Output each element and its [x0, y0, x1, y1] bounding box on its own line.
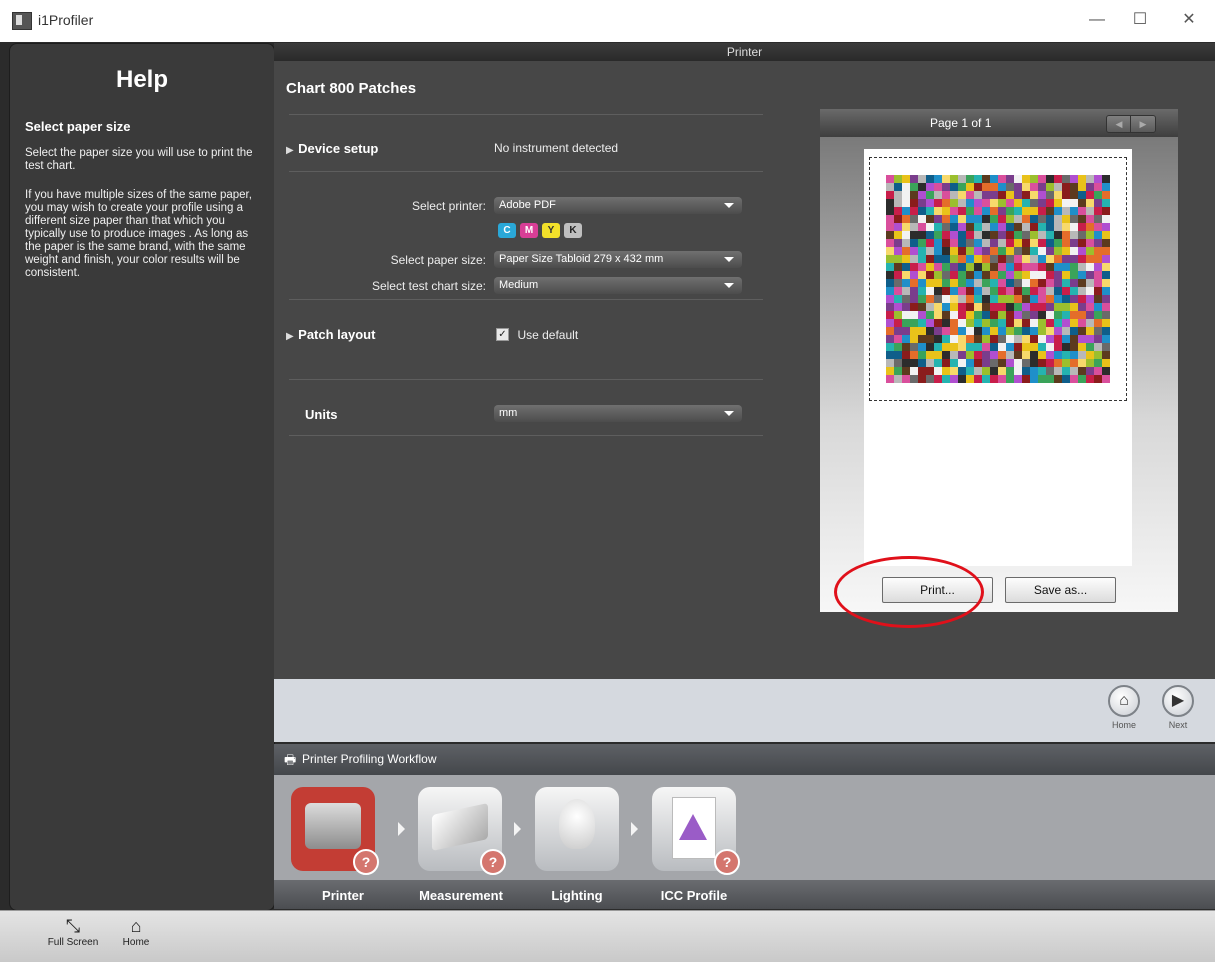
- home-icon: ⌂: [1119, 692, 1129, 709]
- expand-triangle-icon: ▶: [286, 145, 294, 156]
- save-as-button[interactable]: Save as...: [1005, 577, 1116, 603]
- patch-grid: [869, 157, 1127, 401]
- play-icon: ▶: [1171, 692, 1185, 709]
- divider: [289, 435, 763, 436]
- dropdown-arrow-icon: [724, 411, 734, 416]
- step-arrow-icon: [514, 822, 521, 836]
- divider: [289, 299, 763, 300]
- dropdown-arrow-icon: [724, 257, 734, 262]
- step-label-lighting: Lighting: [551, 888, 603, 903]
- icc-profile-icon: [672, 797, 716, 859]
- preview-header: Page 1 of 1 ◀ ▶: [820, 109, 1178, 137]
- expand-triangle-icon: ▶: [286, 331, 294, 342]
- step-arrow-icon: [631, 822, 638, 836]
- dropdown-arrow-icon: [724, 203, 734, 208]
- help-badge-icon: ?: [353, 849, 379, 875]
- printer-label: Select printer:: [411, 199, 486, 213]
- help-paragraph-2: If you have multiple sizes of the same p…: [25, 189, 252, 279]
- divider: [289, 114, 763, 115]
- bottom-home-button[interactable]: ⌂ Home: [116, 915, 156, 948]
- units-value: mm: [499, 407, 518, 419]
- ink-yellow-badge: Y: [542, 223, 560, 238]
- workflow-title: Printer Profiling Workflow: [302, 752, 437, 766]
- prev-page-icon[interactable]: ◀: [1106, 115, 1132, 133]
- bottom-toolbar: ⤡ Full Screen ⌂ Home: [0, 910, 1215, 962]
- chart-size-select[interactable]: Medium: [494, 277, 742, 294]
- paper-size-label: Select paper size:: [390, 253, 486, 267]
- help-subtitle: Select paper size: [25, 119, 131, 134]
- help-badge-icon: ?: [480, 849, 506, 875]
- use-default-label: Use default: [517, 328, 579, 342]
- device-setup-toggle[interactable]: ▶ Device setup: [286, 140, 378, 158]
- step-label-icc-profile: ICC Profile: [660, 888, 728, 903]
- workflow-step-measurement[interactable]: ?: [418, 787, 506, 875]
- workflow-step-icc-profile[interactable]: ?: [652, 787, 740, 875]
- full-screen-button[interactable]: ⤡ Full Screen: [40, 915, 106, 948]
- ink-cyan-badge: C: [498, 223, 516, 238]
- next-nav-label: Next: [1168, 720, 1188, 730]
- workflow-panel: 🖶 Printer Profiling Workflow ? ? ? Print…: [274, 744, 1215, 909]
- divider: [289, 171, 763, 172]
- page-indicator: Page 1 of 1: [930, 116, 992, 130]
- printer-value: Adobe PDF: [499, 199, 556, 211]
- device-status: No instrument detected: [494, 141, 619, 155]
- preview-body: Print... Save as...: [820, 137, 1178, 612]
- workflow-header: 🖶 Printer Profiling Workflow: [274, 744, 1215, 775]
- dropdown-arrow-icon: [724, 283, 734, 288]
- printer-settings-panel: Printer Chart 800 Patches ▶ Device setup…: [274, 43, 1215, 679]
- paper-size-value: Paper Size Tabloid 279 x 432 mm: [499, 253, 664, 265]
- navigation-strip: ⌂ Home ▶ Next: [274, 679, 1215, 742]
- printer-small-icon: 🖶: [284, 752, 297, 767]
- lightbulb-icon: [559, 799, 595, 849]
- checkmark-icon: ✓: [496, 328, 509, 342]
- window-title: i1Profiler: [38, 12, 94, 28]
- help-paragraph-1: Select the paper size you will use to pr…: [25, 147, 253, 172]
- use-default-checkbox[interactable]: ✓ Use default: [496, 326, 578, 344]
- fullscreen-icon: ⤡: [65, 916, 81, 936]
- home-icon: ⌂: [130, 916, 142, 936]
- close-button[interactable]: ✕: [1174, 8, 1204, 32]
- next-nav-button[interactable]: ▶: [1162, 685, 1194, 717]
- app-logo-icon: [12, 12, 32, 30]
- chart-title: Chart 800 Patches: [286, 80, 417, 97]
- step-label-measurement: Measurement: [419, 888, 503, 903]
- step-arrow-icon: [398, 822, 405, 836]
- ink-black-badge: K: [564, 223, 582, 238]
- help-title: Help: [115, 66, 168, 93]
- units-select[interactable]: mm: [494, 405, 742, 422]
- next-page-icon[interactable]: ▶: [1130, 115, 1156, 133]
- chart-size-label: Select test chart size:: [371, 279, 486, 293]
- home-nav-button[interactable]: ⌂: [1108, 685, 1140, 717]
- printer-select[interactable]: Adobe PDF: [494, 197, 742, 214]
- paper-size-select[interactable]: Paper Size Tabloid 279 x 432 mm: [494, 251, 742, 268]
- full-screen-label: Full Screen: [47, 937, 99, 948]
- printer-icon: [305, 803, 361, 849]
- minimize-button[interactable]: —: [1082, 8, 1112, 32]
- patch-layout-label: Patch layout: [298, 327, 376, 342]
- title-bar: i1Profiler — ☐ ✕: [0, 0, 1215, 42]
- patch-grid-graphic: [886, 175, 1110, 383]
- chart-preview: Page 1 of 1 ◀ ▶ Print... Save as...: [820, 109, 1178, 612]
- section-header: Printer: [274, 43, 1215, 61]
- chart-page-thumbnail: [864, 149, 1132, 566]
- home-nav-label: Home: [1111, 720, 1136, 730]
- highlight-ring: [834, 556, 984, 628]
- divider: [289, 379, 763, 380]
- chart-size-value: Medium: [499, 279, 539, 291]
- step-label-printer: Printer: [322, 888, 364, 903]
- workflow-step-lighting[interactable]: [535, 787, 619, 871]
- patch-layout-toggle[interactable]: ▶ Patch layout: [286, 326, 375, 344]
- units-label: Units: [305, 407, 338, 422]
- bottom-home-label: Home: [122, 937, 150, 948]
- help-badge-icon: ?: [714, 849, 740, 875]
- maximize-button[interactable]: ☐: [1125, 8, 1155, 32]
- help-panel: Help Select paper size Select the paper …: [9, 43, 275, 911]
- ink-magenta-badge: M: [520, 223, 538, 238]
- workflow-step-printer[interactable]: ?: [291, 787, 379, 875]
- device-setup-label: Device setup: [298, 141, 379, 156]
- measurement-icon: [432, 803, 488, 851]
